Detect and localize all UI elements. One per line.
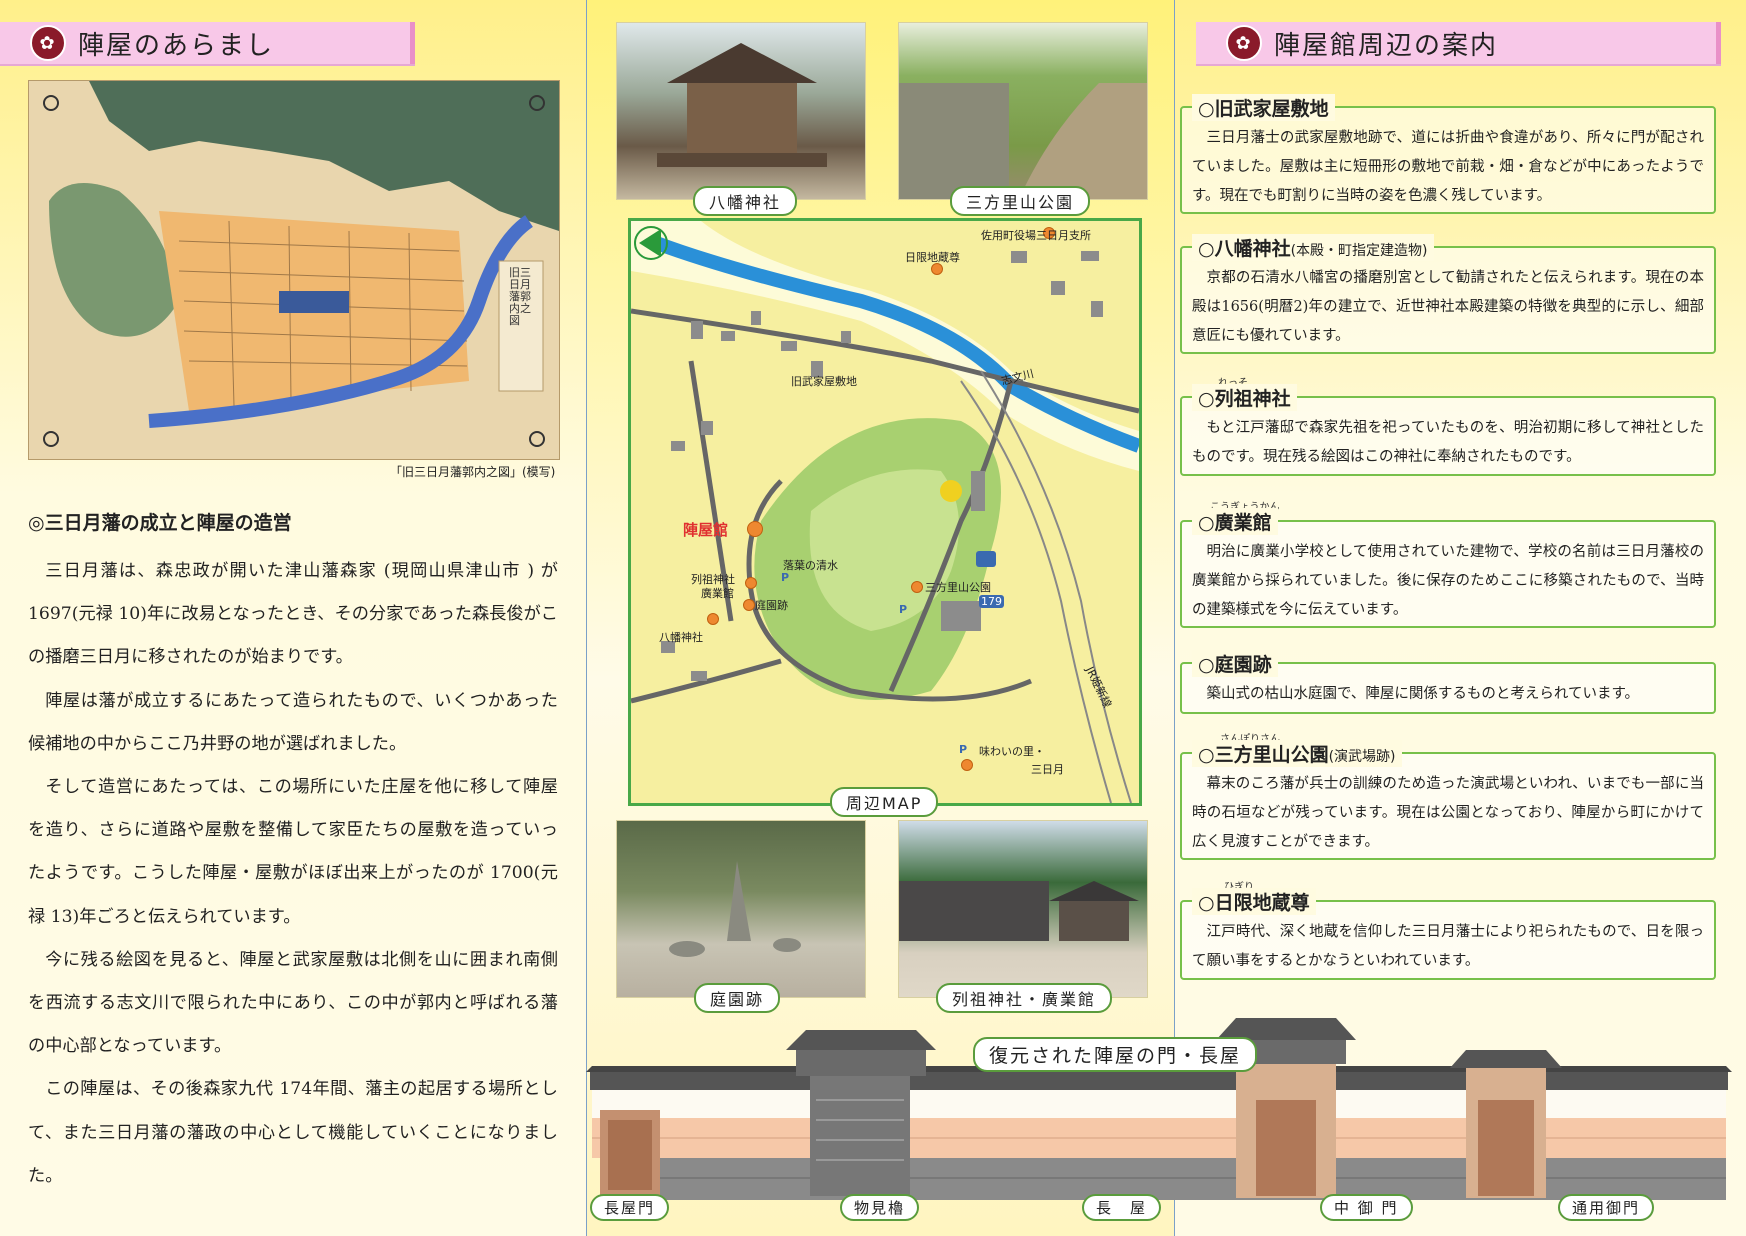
item-box: ○庭園跡 築山式の枯山水庭園で、陣屋に関係するものと考えられています。 bbox=[1180, 650, 1716, 714]
map-label: 庭園跡 bbox=[755, 599, 788, 612]
old-map-title: 旧三日月藩郭内之図 bbox=[509, 266, 531, 327]
item-title: ○八幡神社(本殿・町指定建造物) bbox=[1192, 234, 1434, 261]
paragraph: この陣屋は、その後森家九代 174年間、藩主の起居する場所として、また三日月藩の… bbox=[28, 1079, 558, 1186]
gate-label: 長 屋 bbox=[1082, 1194, 1162, 1221]
map-marker bbox=[961, 759, 973, 771]
item-text: 明治に廣業小学校として使用されていた建物で、学校の名前は三日月藩校の廣業館から採… bbox=[1192, 544, 1704, 618]
photo-label: 列祖神社・廣業館 bbox=[936, 983, 1113, 1013]
item-box: ○廣業館 明治に廣業小学校として使用されていた建物で、学校の名前は三日月藩校の廣… bbox=[1180, 508, 1716, 628]
map-label: 三方里山公園 bbox=[925, 581, 991, 594]
heading-text: 陣屋のあらまし bbox=[78, 30, 275, 61]
map-label: 陣屋館 bbox=[683, 521, 729, 539]
parking-icon: P bbox=[781, 571, 790, 584]
photo-label: 八幡神社 bbox=[693, 186, 798, 216]
gate-label: 通用御門 bbox=[1558, 1194, 1655, 1221]
item-text: 三日月藩士の武家屋敷地跡で、道には折曲や食違があり、所々に門が配されていました。… bbox=[1192, 130, 1704, 204]
paragraph: そして造営にあたっては、この場所にいた庄屋を他に移して陣屋を造り、さらに道路や屋… bbox=[28, 777, 558, 927]
area-map: 佐用町役場三日月支所 日限地蔵尊 志文川 旧武家屋敷地 陣屋館 落葉の清水 列祖… bbox=[628, 218, 1142, 806]
item-box: ○旧武家屋敷地 三日月藩士の武家屋敷地跡で、道には折曲や食違があり、所々に門が配… bbox=[1180, 94, 1716, 214]
heading-text: 陣屋館周辺の案内 bbox=[1274, 30, 1499, 61]
guide-item: ○旧武家屋敷地 三日月藩士の武家屋敷地跡で、道には折曲や食違があり、所々に門が配… bbox=[1180, 94, 1716, 216]
gate-label: 物見櫓 bbox=[840, 1194, 920, 1221]
crest-icon: ✿ bbox=[1226, 25, 1262, 61]
guide-item: れっそ ○列祖神社 もと江戸藩邸で森家先祖を祀っていたものを、明治初期に移して神… bbox=[1180, 378, 1716, 486]
item-title: ○列祖神社 bbox=[1192, 384, 1297, 411]
map-marker bbox=[911, 581, 923, 593]
map-label: 日限地蔵尊 bbox=[905, 251, 960, 264]
paragraph: 三日月藩は、森忠政が開いた津山藩森家 (現岡山県津山市 ) が 1697(元禄 … bbox=[28, 561, 558, 668]
old-map-image: 旧三日月藩郭内之図 bbox=[28, 80, 560, 460]
item-box: ○列祖神社 もと江戸藩邸で森家先祖を祀っていたものを、明治初期に移して神社とした… bbox=[1180, 384, 1716, 476]
subtitle: ◎三日月藩の成立と陣屋の造営 bbox=[28, 512, 292, 534]
item-title: ○庭園跡 bbox=[1192, 650, 1278, 677]
photo-garden bbox=[616, 820, 866, 998]
crest-icon: ✿ bbox=[30, 25, 66, 61]
parking-icon: P bbox=[899, 603, 908, 616]
map-label: 旧武家屋敷地 bbox=[791, 375, 857, 388]
item-text: 京都の石清水八幡宮の播磨別宮として勧請されたと伝えられます。現在の本殿は1656… bbox=[1192, 270, 1704, 344]
photo-hachiman bbox=[616, 22, 866, 200]
photo-resso-kogyo bbox=[898, 820, 1148, 998]
map-label: 八幡神社 bbox=[659, 631, 703, 644]
guide-item: ひぎり ○日限地蔵尊 江戸時代、深く地蔵を信仰した三日月藩士により祀られたもので… bbox=[1180, 882, 1716, 990]
body-text: 三日月藩は、森忠政が開いた津山藩森家 (現岡山県津山市 ) が 1697(元禄 … bbox=[28, 550, 558, 1198]
route-sign: 179 bbox=[979, 595, 1004, 608]
guide-item: ○八幡神社(本殿・町指定建造物) 京都の石清水八幡宮の播磨別宮として勧請されたと… bbox=[1180, 234, 1716, 356]
item-text: もと江戸藩邸で森家先祖を祀っていたものを、明治初期に移して神社としたものです。現… bbox=[1192, 420, 1704, 465]
item-title: ○日限地蔵尊 bbox=[1192, 888, 1316, 915]
guide-item: ○庭園跡 築山式の枯山水庭園で、陣屋に関係するものと考えられています。 bbox=[1180, 650, 1716, 714]
gate-label: 中 御 門 bbox=[1320, 1194, 1413, 1221]
parking-icon: P bbox=[959, 743, 968, 756]
map-marker bbox=[743, 599, 755, 611]
map-marker bbox=[747, 521, 763, 537]
map-label: 味わいの里・ bbox=[979, 745, 1045, 758]
section-heading: ✿ 陣屋館周辺の案内 bbox=[1196, 22, 1721, 64]
item-box: ○八幡神社(本殿・町指定建造物) 京都の石清水八幡宮の播磨別宮として勧請されたと… bbox=[1180, 234, 1716, 354]
gate-label: 長屋門 bbox=[590, 1194, 670, 1221]
item-title: ○廣業館 bbox=[1192, 508, 1278, 535]
map-marker bbox=[745, 577, 757, 589]
paragraph: 今に残る絵図を見ると、陣屋と武家屋敷は北側を山に囲まれ南側を西流する志文川で限ら… bbox=[28, 949, 558, 1057]
item-text: 幕末のころ藩が兵士の訓練のため造った演武場といわれ、いまでも一部に当時の石垣など… bbox=[1192, 776, 1704, 850]
photo-park bbox=[898, 22, 1148, 200]
guide-item: さんぽりさん ○三方里山公園(演武場跡) 幕末のころ藩が兵士の訓練のため造った演… bbox=[1180, 734, 1716, 862]
photo-label: 三方里山公園 bbox=[950, 186, 1091, 216]
map-title: 周辺MAP bbox=[830, 787, 939, 817]
map-label: 三日月 bbox=[1031, 763, 1064, 776]
section-heading: ✿ 陣屋のあらまし bbox=[0, 22, 415, 64]
item-text: 築山式の枯山水庭園で、陣屋に関係するものと考えられています。 bbox=[1206, 686, 1640, 702]
map-marker bbox=[707, 613, 719, 625]
gate-title: 復元された陣屋の門・長屋 bbox=[973, 1037, 1258, 1072]
item-box: ○日限地蔵尊 江戸時代、深く地蔵を信仰した三日月藩士により祀られたもので、日を限… bbox=[1180, 888, 1716, 980]
item-title: ○旧武家屋敷地 bbox=[1192, 94, 1335, 121]
item-box: ○三方里山公園(演武場跡) 幕末のころ藩が兵士の訓練のため造った演武場といわれ、… bbox=[1180, 740, 1716, 860]
item-title: ○三方里山公園(演武場跡) bbox=[1192, 740, 1402, 767]
map-label: 廣業館 bbox=[701, 587, 734, 600]
paragraph: 陣屋は藩が成立するにあたって造られたもので、いくつかあった候補地の中からここ乃井… bbox=[28, 690, 558, 754]
item-text: 江戸時代、深く地蔵を信仰した三日月藩士により祀られたもので、日を限って願い事をす… bbox=[1192, 924, 1704, 969]
guide-item: こうぎょうかん ○廣業館 明治に廣業小学校として使用されていた建物で、学校の名前… bbox=[1180, 502, 1716, 630]
map-label: 佐用町役場三日月支所 bbox=[981, 229, 1091, 242]
photo-label: 庭園跡 bbox=[694, 983, 781, 1013]
map-caption: 「旧三日月藩郭内之図」(模写) bbox=[390, 465, 556, 479]
map-label: 落葉の清水 bbox=[783, 559, 838, 572]
